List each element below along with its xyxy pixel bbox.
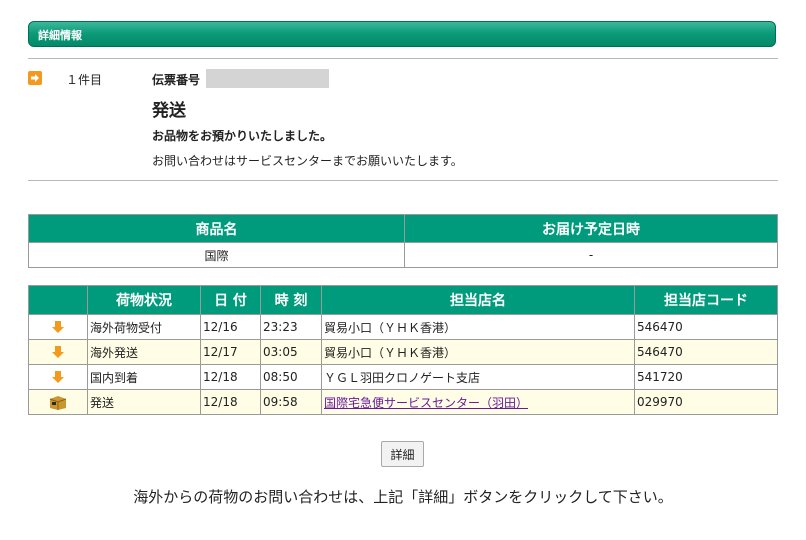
header-title: 詳細情報 (38, 29, 82, 42)
date-header: 日 付 (200, 285, 261, 315)
product-table: 商品名 お届け予定日時 国際 - (28, 214, 778, 268)
time-cell: 03:05 (260, 339, 322, 365)
slip-number-redacted (206, 69, 329, 88)
status-header: 荷物状況 (87, 285, 201, 315)
table-row: 海外荷物受付 12/16 23:23 貿易小口（ＹＨＫ香港） 546470 (28, 314, 778, 340)
table-row: 国内到着 12/18 08:50 ＹＧＬ羽田クロノゲート支店 541720 (28, 364, 778, 390)
date-cell: 12/16 (200, 314, 261, 340)
shop-link[interactable]: 国際宅急便サービスセンター（羽田） (324, 396, 528, 410)
delivery-date-header: お届け予定日時 (404, 214, 778, 243)
package-icon (49, 396, 67, 410)
row-icon-cell (28, 314, 88, 340)
inquiry-message: お問い合わせはサービスセンターまでお願いいたします。 (152, 154, 463, 168)
down-arrow-icon (52, 371, 64, 384)
product-name-header: 商品名 (28, 214, 405, 243)
footer-note: 海外からの荷物のお問い合わせは、上記「詳細」ボタンをクリックして下さい。 (133, 488, 673, 506)
icon-header (28, 285, 88, 315)
shop-cell: 貿易小口（ＹＨＫ香港） (321, 314, 635, 340)
shop-code-cell: 546470 (634, 339, 778, 365)
tracking-header-row: 荷物状況 日 付 時 刻 担当店名 担当店コード (28, 285, 778, 315)
date-cell: 12/18 (200, 364, 261, 390)
shop-code-cell: 546470 (634, 314, 778, 340)
tracking-table: 荷物状況 日 付 時 刻 担当店名 担当店コード 海外荷物受付 12/16 23… (28, 285, 778, 415)
status-cell: 海外発送 (87, 339, 201, 365)
detail-info-header: 詳細情報 (28, 21, 776, 47)
detail-button[interactable]: 詳細 (381, 441, 424, 467)
divider-bottom (28, 180, 778, 181)
date-cell: 12/17 (200, 339, 261, 365)
status-cell: 発送 (87, 389, 201, 415)
status-message: お品物をお預かりいたしました。 (152, 129, 333, 143)
divider-top (28, 58, 778, 59)
slip-number-label: 伝票番号 (152, 73, 201, 87)
product-name-cell: 国際 (28, 242, 405, 268)
status-cell: 海外荷物受付 (87, 314, 201, 340)
shop-cell: 貿易小口（ＹＨＫ香港） (321, 339, 635, 365)
table-row: 発送 12/18 09:58 国際宅急便サービスセンター（羽田） 029970 (28, 389, 778, 415)
status-title: 発送 (152, 101, 186, 121)
row-icon-cell (28, 389, 88, 415)
down-arrow-icon (52, 321, 64, 334)
time-cell: 09:58 (260, 389, 322, 415)
date-cell: 12/18 (200, 389, 261, 415)
time-cell: 23:23 (260, 314, 322, 340)
delivery-date-cell: - (404, 242, 778, 268)
time-header: 時 刻 (260, 285, 322, 315)
shop-code-header: 担当店コード (634, 285, 778, 315)
shop-code-cell: 029970 (634, 389, 778, 415)
table-row: 海外発送 12/17 03:05 貿易小口（ＹＨＫ香港） 546470 (28, 339, 778, 365)
right-arrow-icon (28, 71, 42, 85)
item-count: １件目 (66, 73, 103, 87)
row-icon-cell (28, 339, 88, 365)
time-cell: 08:50 (260, 364, 322, 390)
shop-cell: ＹＧＬ羽田クロノゲート支店 (321, 364, 635, 390)
shop-code-cell: 541720 (634, 364, 778, 390)
down-arrow-icon (52, 346, 64, 359)
shop-header: 担当店名 (321, 285, 635, 315)
row-icon-cell (28, 364, 88, 390)
status-cell: 国内到着 (87, 364, 201, 390)
shop-cell: 国際宅急便サービスセンター（羽田） (321, 389, 635, 415)
